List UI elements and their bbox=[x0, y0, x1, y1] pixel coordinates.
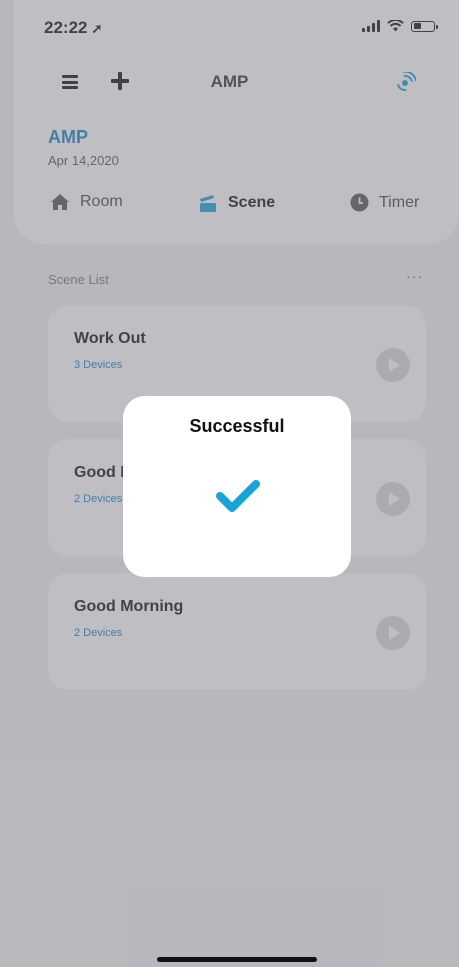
success-dialog: Successful bbox=[123, 396, 351, 577]
dialog-title: Successful bbox=[189, 416, 285, 436]
home-indicator[interactable] bbox=[157, 957, 317, 962]
screen: 22:22 ➚ AMP AMP Apr 14,2020 Room Scene T… bbox=[0, 0, 459, 967]
checkmark-icon bbox=[216, 480, 260, 512]
